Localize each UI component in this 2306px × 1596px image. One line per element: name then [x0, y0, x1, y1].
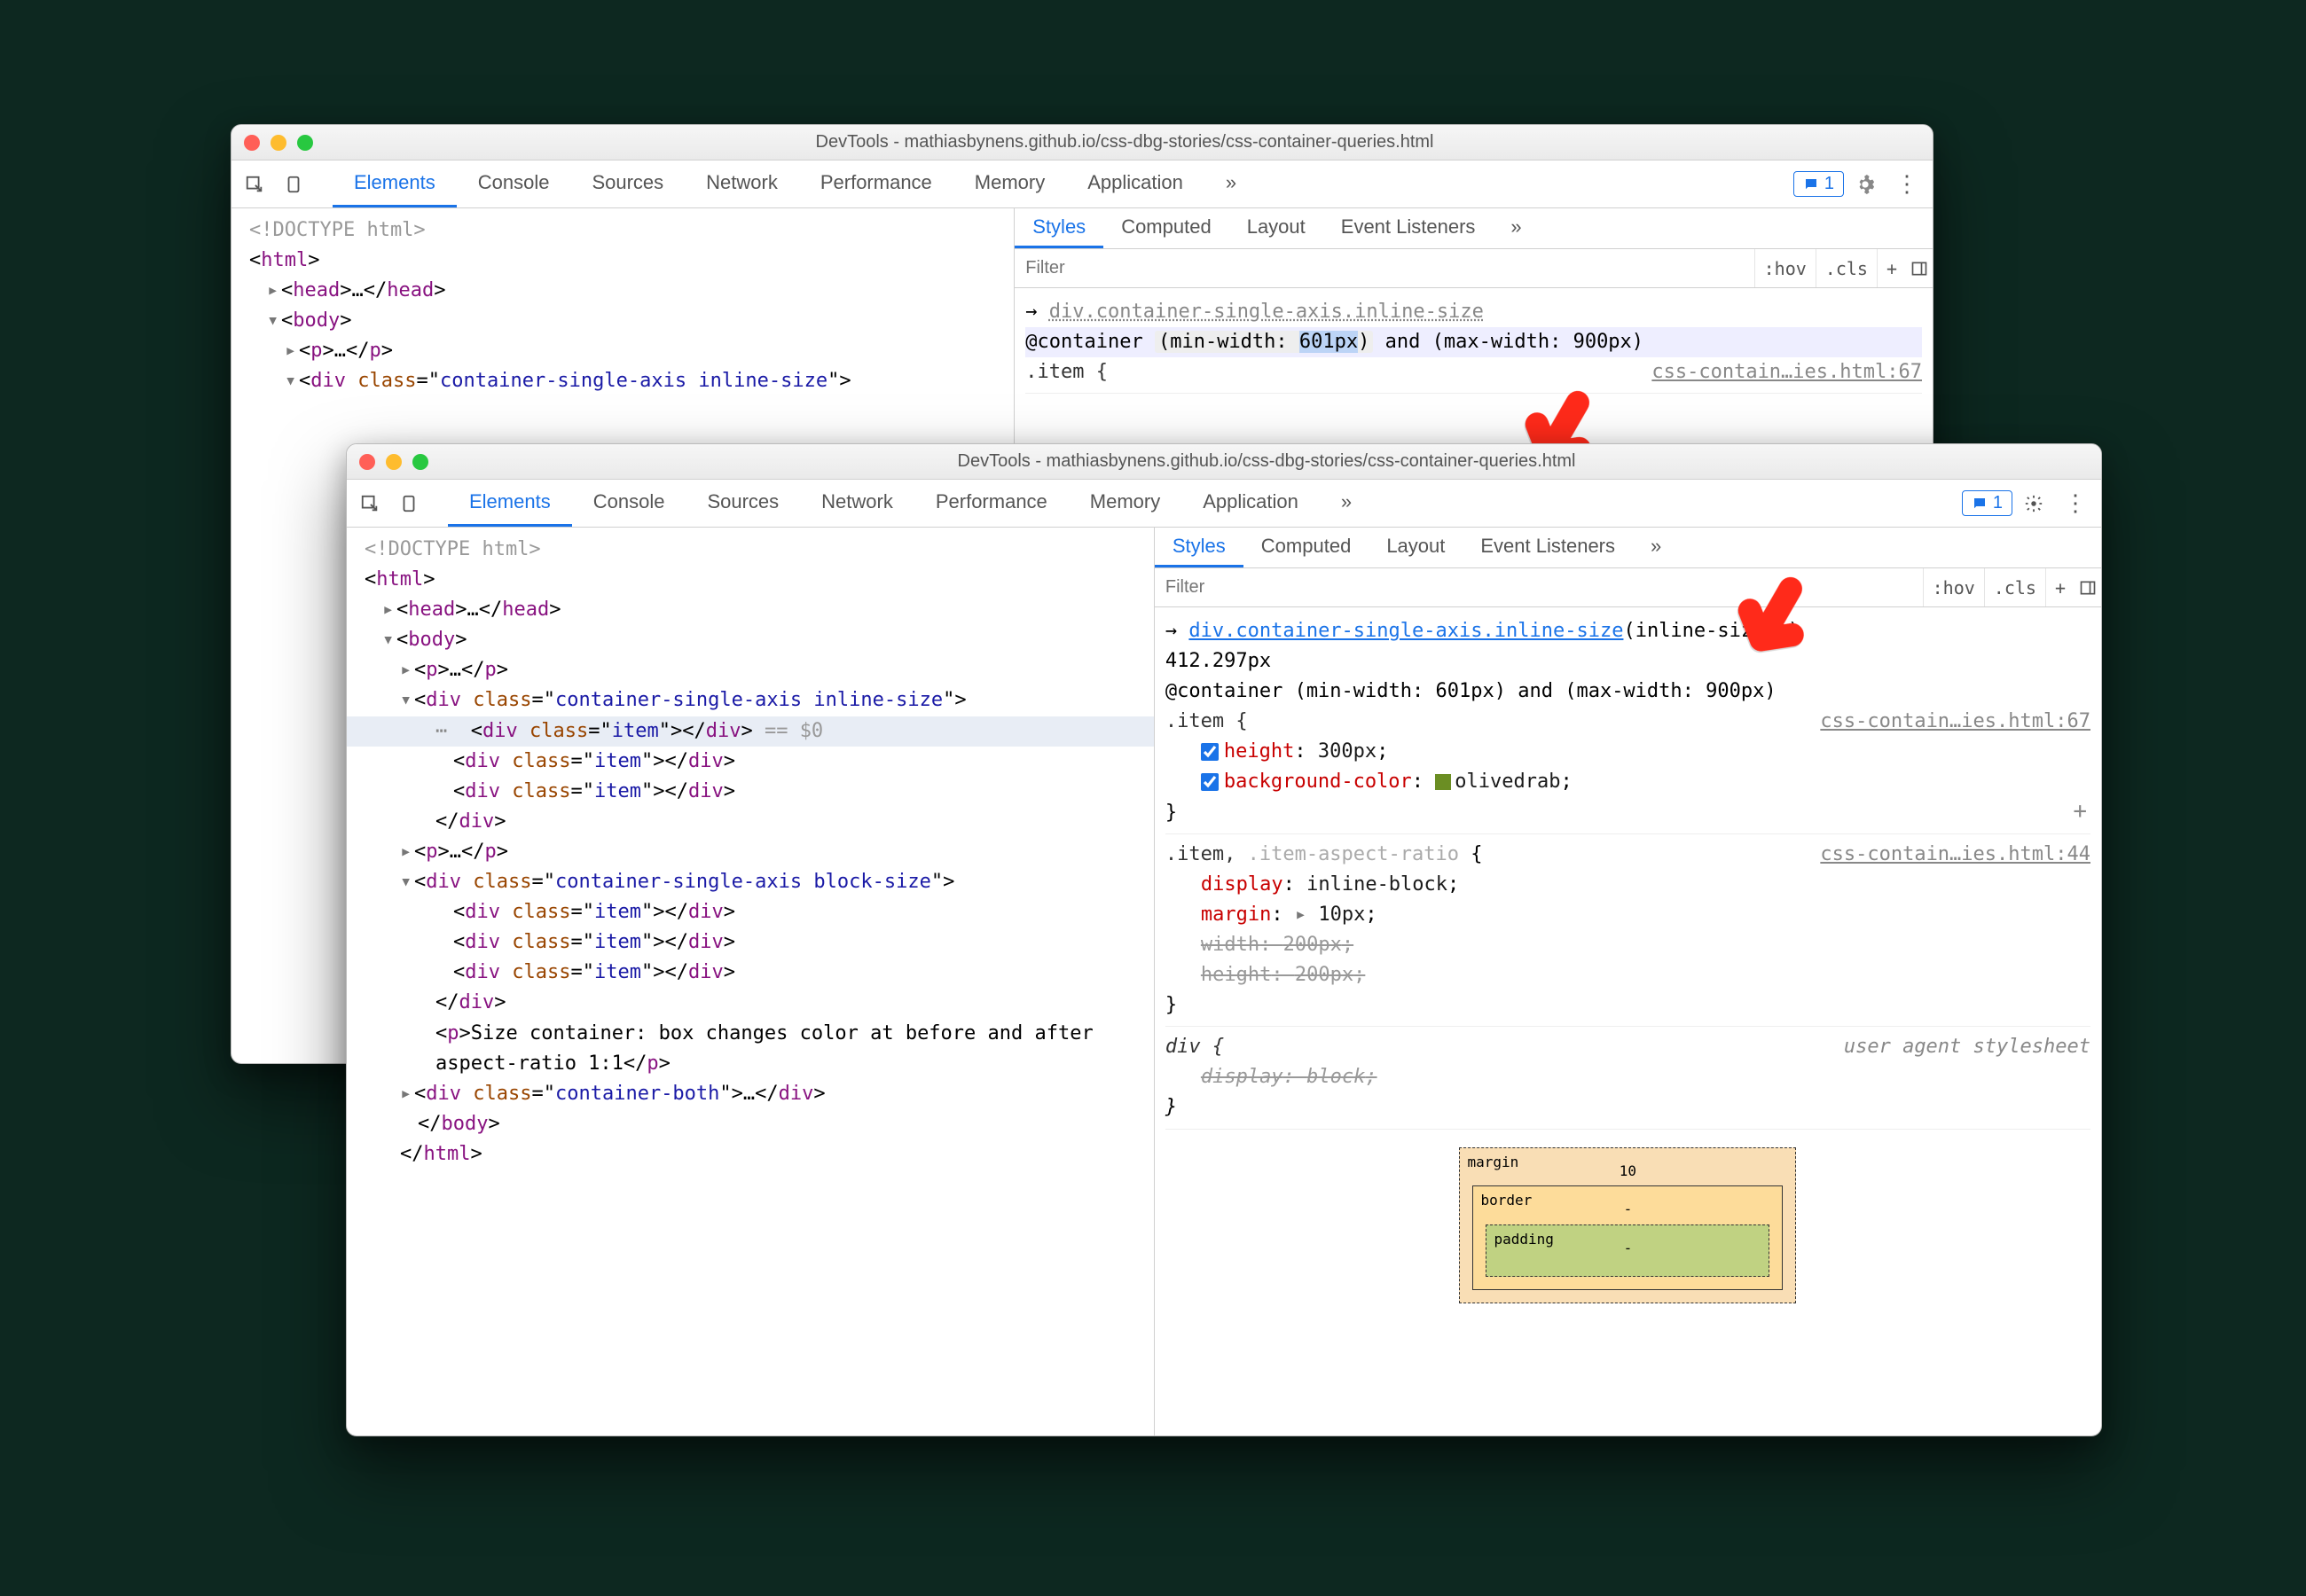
tab-sources[interactable]: Sources: [686, 480, 800, 527]
tab-more-icon[interactable]: »: [1204, 160, 1258, 207]
source-link[interactable]: css-contain…ies.html:44: [1820, 840, 2090, 870]
titlebar: DevTools - mathiasbynens.github.io/css-d…: [347, 444, 2101, 480]
hov-button[interactable]: :hov: [1923, 568, 1984, 606]
color-swatch-icon[interactable]: [1435, 774, 1451, 790]
subtab-more-icon[interactable]: »: [1633, 528, 1679, 567]
box-model[interactable]: margin10 border- padding-: [1459, 1147, 1796, 1303]
tab-elements[interactable]: Elements: [448, 480, 572, 527]
subtab-layout[interactable]: Layout: [1369, 528, 1463, 567]
panel-toggle-icon[interactable]: [1906, 260, 1933, 278]
kebab-icon[interactable]: ⋮: [1886, 170, 1927, 198]
style-rule-container[interactable]: → div.container-single-axis.inline-size(…: [1165, 611, 2090, 834]
prop-toggle[interactable]: [1201, 743, 1219, 761]
styles-pane: Styles Computed Layout Event Listeners »…: [1154, 528, 2101, 1436]
tab-memory[interactable]: Memory: [1069, 480, 1181, 527]
prop-toggle[interactable]: [1201, 773, 1219, 791]
tab-performance[interactable]: Performance: [799, 160, 953, 207]
messages-badge[interactable]: 1: [1962, 490, 2012, 516]
tab-network[interactable]: Network: [685, 160, 799, 207]
subtab-styles[interactable]: Styles: [1155, 528, 1243, 567]
tab-elements[interactable]: Elements: [333, 160, 457, 207]
zoom-icon[interactable]: [412, 454, 428, 470]
minimize-icon[interactable]: [386, 454, 402, 470]
close-icon[interactable]: [359, 454, 375, 470]
dom-tree[interactable]: <!DOCTYPE html> <html> ▸<head>…</head> ▾…: [347, 528, 1154, 1436]
zoom-icon[interactable]: [297, 135, 313, 151]
gear-icon[interactable]: [2016, 486, 2051, 521]
device-icon[interactable]: [391, 486, 427, 521]
style-rule-item[interactable]: .item, .item-aspect-ratio {css-contain…i…: [1165, 834, 2090, 1028]
close-icon[interactable]: [244, 135, 260, 151]
tab-console[interactable]: Console: [457, 160, 571, 207]
gear-icon[interactable]: [1847, 167, 1883, 202]
minimize-icon[interactable]: [271, 135, 286, 151]
window-title: DevTools - mathiasbynens.github.io/css-d…: [329, 132, 1920, 153]
tab-application[interactable]: Application: [1181, 480, 1320, 527]
traffic-lights: [244, 135, 313, 151]
filter-input[interactable]: [1015, 249, 1753, 287]
selected-node[interactable]: ⋯ <div class="item"></div> == $0: [347, 716, 1154, 747]
tab-memory[interactable]: Memory: [953, 160, 1066, 207]
subtab-listeners[interactable]: Event Listeners: [1323, 208, 1494, 248]
toolbar: Elements Console Sources Network Perform…: [347, 480, 2101, 528]
style-rule-ua[interactable]: div {user agent stylesheet display: bloc…: [1165, 1027, 2090, 1129]
cls-button[interactable]: .cls: [1984, 568, 2045, 606]
add-prop-icon[interactable]: +: [2073, 794, 2087, 829]
subtab-styles[interactable]: Styles: [1015, 208, 1103, 248]
inspect-icon[interactable]: [352, 486, 388, 521]
device-icon[interactable]: [276, 167, 311, 202]
tab-application[interactable]: Application: [1066, 160, 1204, 207]
subtab-more-icon[interactable]: »: [1493, 208, 1539, 248]
panel-toggle-icon[interactable]: [2075, 579, 2101, 597]
toolbar: Elements Console Sources Network Perform…: [231, 160, 1933, 208]
devtools-window-front: DevTools - mathiasbynens.github.io/css-d…: [346, 443, 2102, 1436]
new-rule-icon[interactable]: +: [1877, 249, 1906, 287]
tab-sources[interactable]: Sources: [570, 160, 685, 207]
traffic-lights: [359, 454, 428, 470]
new-rule-icon[interactable]: +: [2045, 568, 2075, 606]
inspect-icon[interactable]: [237, 167, 272, 202]
tab-more-icon[interactable]: »: [1320, 480, 1373, 527]
tab-network[interactable]: Network: [800, 480, 914, 527]
subtab-listeners[interactable]: Event Listeners: [1463, 528, 1633, 567]
tab-performance[interactable]: Performance: [914, 480, 1069, 527]
style-rule[interactable]: → div.container-single-axis.inline-size …: [1025, 292, 1922, 394]
cls-button[interactable]: .cls: [1816, 249, 1877, 287]
window-title: DevTools - mathiasbynens.github.io/css-d…: [444, 451, 2089, 472]
subtab-computed[interactable]: Computed: [1103, 208, 1229, 248]
source-link[interactable]: css-contain…ies.html:67: [1820, 707, 2090, 737]
subtab-layout[interactable]: Layout: [1229, 208, 1323, 248]
subtab-computed[interactable]: Computed: [1243, 528, 1369, 567]
tab-console[interactable]: Console: [572, 480, 686, 527]
messages-badge[interactable]: 1: [1793, 171, 1844, 197]
hov-button[interactable]: :hov: [1754, 249, 1816, 287]
container-link[interactable]: div.container-single-axis.inline-size: [1188, 620, 1623, 642]
kebab-icon[interactable]: ⋮: [2055, 489, 2096, 517]
titlebar: DevTools - mathiasbynens.github.io/css-d…: [231, 125, 1933, 160]
